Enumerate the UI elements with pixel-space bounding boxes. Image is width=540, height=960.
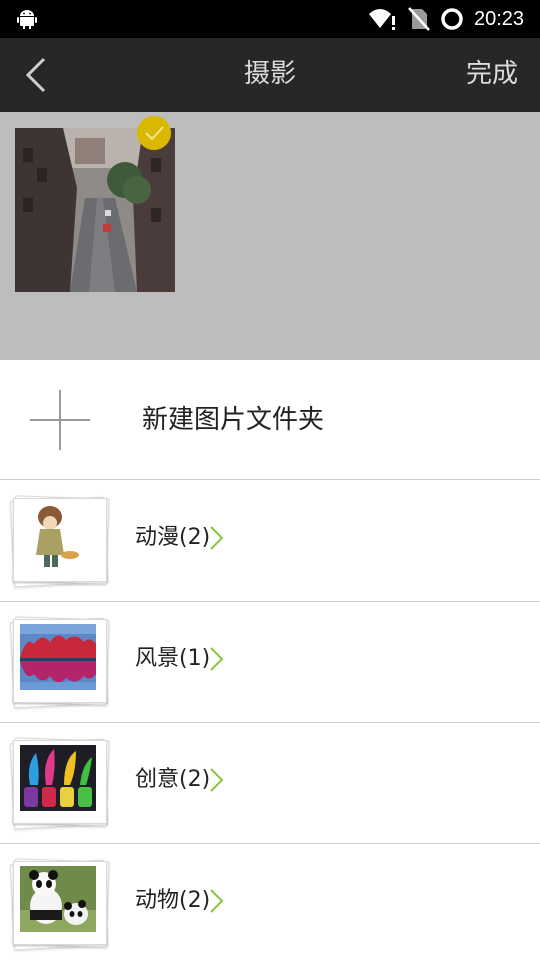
no-sim-icon <box>408 7 430 31</box>
new-folder-button[interactable]: 新建图片文件夹 <box>0 360 540 480</box>
selected-photos-area <box>0 112 540 360</box>
battery-ring-icon <box>441 8 463 30</box>
album-name: 动漫(2) <box>135 525 211 550</box>
album-thumbnail-stack <box>9 737 110 830</box>
street-photo <box>15 128 175 292</box>
selected-photo-thumbnail[interactable] <box>15 128 175 292</box>
chevron-right-icon <box>210 768 224 792</box>
album-item-animals[interactable]: 动物(2) <box>0 844 540 960</box>
selected-check-icon[interactable] <box>137 116 171 150</box>
album-item-anime[interactable]: 动漫(2) <box>0 481 540 602</box>
album-item-scenery[interactable]: 风景(1) <box>0 602 540 723</box>
album-thumbnail-stack <box>9 858 110 951</box>
chevron-right-icon <box>210 647 224 671</box>
done-button[interactable]: 完成 <box>466 56 518 92</box>
creative-thumbnail <box>20 745 96 811</box>
chevron-right-icon <box>210 526 224 550</box>
scenery-thumbnail <box>20 624 96 690</box>
android-icon <box>17 10 37 29</box>
album-name: 动物(2) <box>135 888 211 913</box>
album-thumbnail-stack <box>9 616 110 709</box>
chevron-right-icon <box>210 889 224 913</box>
album-thumbnail-stack <box>9 495 110 588</box>
album-name: 创意(2) <box>135 767 211 792</box>
page-title: 摄影 <box>243 59 296 89</box>
album-item-creative[interactable]: 创意(2) <box>0 723 540 844</box>
album-name: 风景(1) <box>135 646 211 671</box>
clock: 20:23 <box>474 8 525 30</box>
plus-icon <box>30 390 90 450</box>
animals-thumbnail <box>20 866 96 932</box>
new-folder-label: 新建图片文件夹 <box>142 405 325 435</box>
wifi-icon <box>369 9 395 30</box>
status-bar: 20:23 <box>0 0 540 38</box>
title-bar: 摄影 完成 <box>0 38 540 112</box>
anime-thumbnail <box>20 503 96 569</box>
